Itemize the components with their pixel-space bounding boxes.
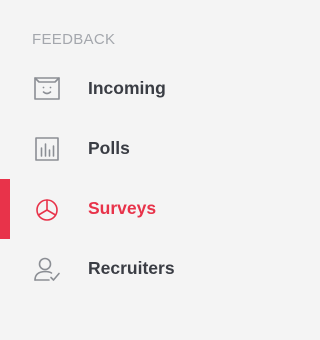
bar-chart-icon: [32, 135, 62, 163]
sidebar-item-surveys[interactable]: Surveys: [0, 178, 240, 239]
sidebar-item-incoming[interactable]: Incoming: [0, 58, 240, 118]
sidebar-item-label: Surveys: [88, 198, 157, 218]
active-indicator: [0, 179, 10, 239]
inbox-face-icon: [32, 75, 62, 103]
sidebar-item-polls[interactable]: Polls: [0, 118, 240, 178]
feedback-sidebar: FEEDBACK Incoming Polls Surveys Recruite…: [0, 0, 240, 340]
sidebar-item-recruiters[interactable]: Recruiters: [0, 238, 240, 298]
sidebar-item-label: Incoming: [88, 78, 166, 98]
pie-chart-icon: [32, 195, 62, 223]
user-check-icon: [32, 255, 62, 283]
sidebar-item-label: Polls: [88, 138, 130, 158]
nav-list: Incoming Polls Surveys Recruiters: [0, 58, 240, 298]
section-heading: FEEDBACK: [32, 31, 116, 48]
sidebar-item-label: Recruiters: [88, 258, 175, 278]
